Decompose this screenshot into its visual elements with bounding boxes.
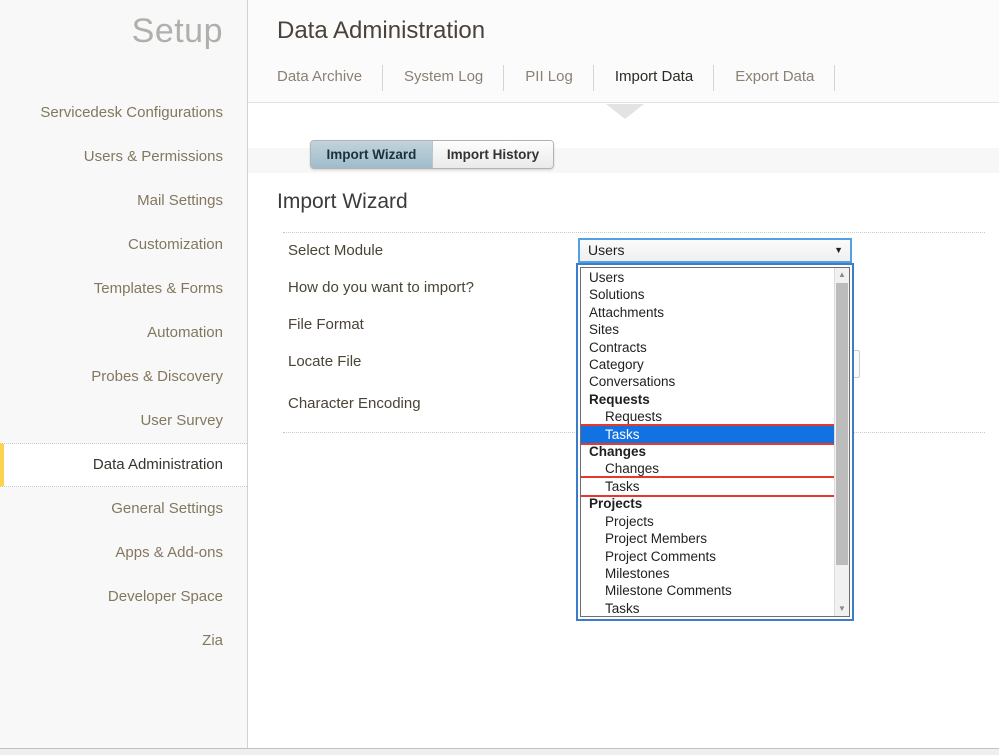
dropdown-option-project-members[interactable]: Project Members <box>581 530 834 547</box>
setup-title: Setup <box>132 12 223 51</box>
tab-bar: Data ArchiveSystem LogPII LogImport Data… <box>277 55 835 102</box>
dropdown-option-project-comments[interactable]: Project Comments <box>581 548 834 565</box>
dropdown-option-conversations[interactable]: Conversations <box>581 373 834 390</box>
sidebar-item-templates-forms[interactable]: Templates & Forms <box>0 267 247 311</box>
form-top-divider <box>283 232 985 233</box>
tab-import-data[interactable]: Import Data <box>594 55 714 102</box>
horizontal-scrollbar[interactable] <box>0 748 999 755</box>
sidebar-item-automation[interactable]: Automation <box>0 311 247 355</box>
main-content: Data Administration Data ArchiveSystem L… <box>248 0 999 748</box>
section-title: Import Wizard <box>277 190 408 214</box>
tab-system-log[interactable]: System Log <box>383 55 504 102</box>
sidebar-item-servicedesk-configurations[interactable]: Servicedesk Configurations <box>0 91 247 135</box>
dropdown-scrollbar[interactable]: ▲ ▼ <box>834 268 849 616</box>
module-dropdown-inner: UsersSolutionsAttachmentsSitesContractsC… <box>580 267 850 617</box>
dropdown-option-category[interactable]: Category <box>581 356 834 373</box>
form-label-character-encoding: Character Encoding <box>288 395 421 412</box>
dropdown-option-tasks[interactable]: Tasks <box>581 478 834 495</box>
dropdown-option-requests[interactable]: Requests <box>581 408 834 425</box>
sidebar-item-developer-space[interactable]: Developer Space <box>0 575 247 619</box>
setup-sidebar: Setup Servicedesk ConfigurationsUsers & … <box>0 0 248 748</box>
sidebar-item-data-administration[interactable]: Data Administration <box>0 443 247 487</box>
dropdown-option-attachments[interactable]: Attachments <box>581 304 834 321</box>
module-options: UsersSolutionsAttachmentsSitesContractsC… <box>581 268 834 616</box>
dropdown-option-milestones[interactable]: Milestones <box>581 565 834 582</box>
dropdown-option-projects[interactable]: Projects <box>581 495 834 512</box>
form-label-locate-file: Locate File <box>288 353 361 370</box>
tab-data-archive[interactable]: Data Archive <box>277 55 383 102</box>
sidebar-menu: Servicedesk ConfigurationsUsers & Permis… <box>0 91 247 663</box>
sidebar-item-customization[interactable]: Customization <box>0 223 247 267</box>
page-title: Data Administration <box>277 17 485 45</box>
active-tab-pointer-icon <box>606 104 644 119</box>
form-label-select-module: Select Module <box>288 242 383 259</box>
header-strip: Data Administration Data ArchiveSystem L… <box>248 0 999 103</box>
sidebar-item-mail-settings[interactable]: Mail Settings <box>0 179 247 223</box>
dropdown-option-requests[interactable]: Requests <box>581 391 834 408</box>
form-label-file-format: File Format <box>288 316 364 333</box>
sidebar-item-user-survey[interactable]: User Survey <box>0 399 247 443</box>
dropdown-option-milestone-comments[interactable]: Milestone Comments <box>581 582 834 599</box>
module-dropdown-list: UsersSolutionsAttachmentsSitesContractsC… <box>576 263 854 621</box>
sidebar-item-probes-discovery[interactable]: Probes & Discovery <box>0 355 247 399</box>
dropdown-option-users[interactable]: Users <box>581 269 834 286</box>
select-module-value: Users <box>580 240 850 261</box>
dropdown-option-changes[interactable]: Changes <box>581 460 834 477</box>
dropdown-option-projects[interactable]: Projects <box>581 513 834 530</box>
sidebar-item-general-settings[interactable]: General Settings <box>0 487 247 531</box>
dropdown-option-sites[interactable]: Sites <box>581 321 834 338</box>
sidebar-item-zia[interactable]: Zia <box>0 619 247 663</box>
dropdown-option-contracts[interactable]: Contracts <box>581 339 834 356</box>
sidebar-item-apps-add-ons[interactable]: Apps & Add-ons <box>0 531 247 575</box>
chevron-down-icon: ▼ <box>834 245 843 255</box>
tab-export-data[interactable]: Export Data <box>714 55 835 102</box>
tab-pii-log[interactable]: PII Log <box>504 55 594 102</box>
scrollbar-up-icon[interactable]: ▲ <box>835 268 849 282</box>
dropdown-option-tasks[interactable]: Tasks <box>581 426 834 443</box>
subtab-pills: Import WizardImport History <box>310 140 554 169</box>
scrollbar-down-icon[interactable]: ▼ <box>835 602 849 616</box>
dropdown-option-solutions[interactable]: Solutions <box>581 286 834 303</box>
dropdown-option-tasks[interactable]: Tasks <box>581 600 834 616</box>
subtab-import-history[interactable]: Import History <box>432 141 553 168</box>
subtab-import-wizard[interactable]: Import Wizard <box>311 141 432 168</box>
select-module-dropdown[interactable]: Users ▼ <box>578 238 852 263</box>
form-label-how-do-you-want-to-import: How do you want to import? <box>288 279 474 296</box>
sidebar-item-users-permissions[interactable]: Users & Permissions <box>0 135 247 179</box>
scrollbar-thumb[interactable] <box>836 283 848 565</box>
dropdown-option-changes[interactable]: Changes <box>581 443 834 460</box>
